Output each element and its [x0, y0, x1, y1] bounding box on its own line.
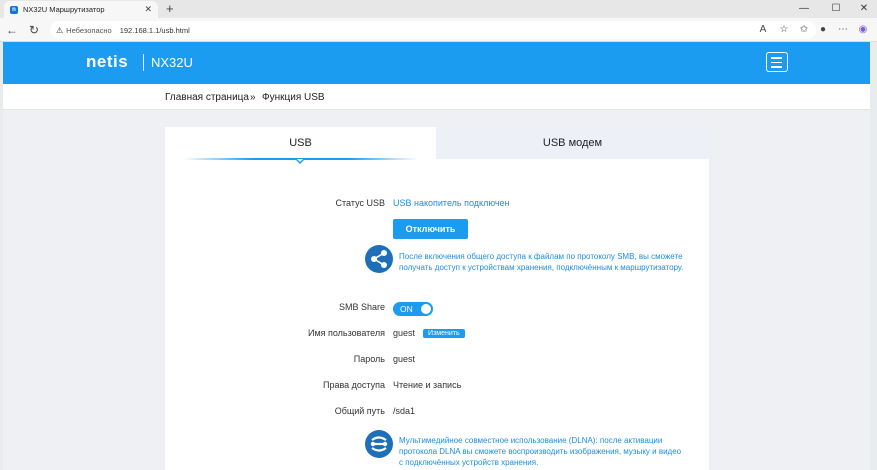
window-close-icon[interactable]: ✕ [850, 0, 877, 18]
back-icon[interactable]: ← [4, 22, 20, 38]
browser-tab[interactable]: n NX32U Маршрутизатор ✕ [4, 1, 158, 18]
url-text: 192.168.1.1/usb.html [119, 25, 190, 35]
username-row: Имя пользователя guest Изменить [165, 328, 709, 342]
hamburger-menu-icon[interactable] [766, 52, 788, 72]
url-field[interactable]: ⚠ Небезопасно 192.168.1.1/usb.html [50, 21, 816, 39]
top-header: netis NX32U [3, 42, 870, 84]
browser-tab-bar: n NX32U Маршрутизатор ✕ + — ☐ ✕ [0, 0, 877, 18]
breadcrumb-home[interactable]: Главная страница [165, 92, 249, 103]
favorite-star-icon[interactable]: ☆ [776, 22, 792, 38]
access-value: Чтение и запись [393, 380, 462, 390]
username-label: Имя пользователя [307, 328, 385, 338]
reload-icon[interactable]: ↻ [26, 22, 42, 38]
minimize-icon[interactable]: — [790, 0, 818, 18]
smb-info-text: После включения общего доступа к файлам … [399, 252, 684, 272]
share-path-label: Общий путь [334, 406, 385, 416]
password-row: Пароль guest [165, 354, 709, 368]
username-value-wrap: guest Изменить [393, 328, 465, 338]
share-path-value: /sda1 [393, 406, 416, 416]
dlna-icon [365, 430, 393, 458]
address-bar: ← ↻ ⚠ Небезопасно 192.168.1.1/usb.html A… [0, 18, 877, 42]
favorites-icon[interactable]: ✩ [796, 22, 812, 38]
password-label: Пароль [353, 354, 385, 364]
toggle-knob [421, 304, 431, 314]
tab-usb-modem[interactable]: USB модем [436, 127, 709, 159]
usb-status-value: USB накопитель подключен [393, 198, 510, 208]
breadcrumb: Главная страница » Функция USB [3, 84, 870, 110]
usb-settings-card: USB USB модем Статус USB USB накопитель … [165, 127, 709, 470]
new-tab-icon[interactable]: + [166, 2, 174, 15]
access-row: Права доступа Чтение и запись [165, 380, 709, 394]
access-label: Права доступа [322, 380, 385, 390]
model-name: NX32U [151, 55, 193, 70]
breadcrumb-current: Функция USB [262, 92, 325, 103]
share-icon [365, 245, 393, 273]
maximize-icon[interactable]: ☐ [822, 0, 850, 18]
smb-share-row: SMB Share ON [165, 302, 709, 316]
disconnect-button[interactable]: Отключить [393, 219, 468, 239]
read-aloud-icon[interactable]: A [755, 22, 771, 38]
breadcrumb-separator: » [250, 92, 256, 103]
netis-favicon-icon: n [10, 5, 18, 14]
dlna-info-box: Мультимедийное совместное использование … [365, 430, 685, 470]
password-value: guest [393, 354, 416, 364]
smb-share-label: SMB Share [338, 302, 385, 312]
usb-status-row: Статус USB USB накопитель подключен [165, 198, 709, 212]
dlna-info-text: Мультимедийное совместное использование … [399, 436, 682, 467]
username-value: guest [393, 328, 416, 338]
edit-username-button[interactable]: Изменить [423, 329, 465, 338]
copilot-icon[interactable]: ◉ [855, 22, 871, 38]
profile-avatar-icon[interactable]: ● [815, 22, 831, 38]
insecure-label: Небезопасно [66, 25, 112, 35]
warning-icon: ⚠ [56, 25, 64, 35]
logo-divider [143, 54, 144, 71]
netis-logo: netis [86, 52, 129, 71]
smb-share-state: ON [400, 304, 413, 314]
router-page: netis NX32U Главная страница » Функция U… [3, 42, 870, 470]
smb-share-toggle[interactable]: ON [393, 302, 433, 316]
more-options-icon[interactable]: ⋯ [835, 22, 851, 38]
usb-status-label: Статус USB [335, 198, 385, 208]
share-path-row: Общий путь /sda1 [165, 406, 709, 420]
close-tab-icon[interactable]: ✕ [144, 4, 152, 15]
browser-tab-title: NX32U Маршрутизатор [23, 5, 105, 14]
tab-usb[interactable]: USB [165, 127, 436, 159]
smb-info-box: После включения общего доступа к файлам … [365, 245, 685, 281]
